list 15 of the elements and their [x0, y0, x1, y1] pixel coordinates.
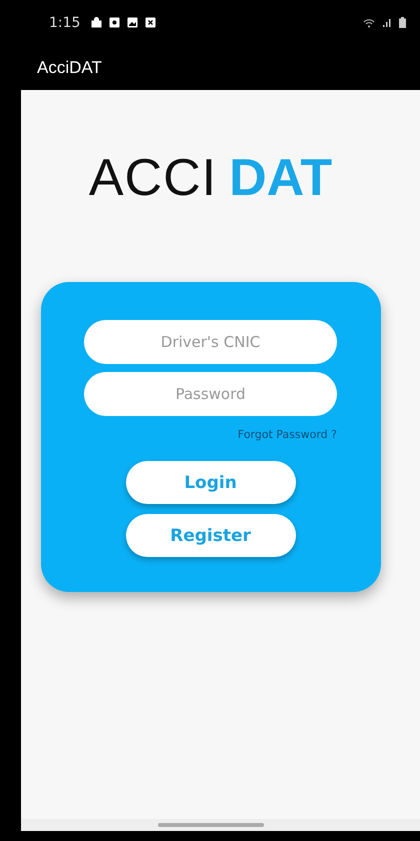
input-field[interactable]: Password: [84, 372, 337, 416]
signal-icon: [382, 18, 392, 28]
login-button[interactable]: Login: [126, 461, 296, 504]
close-notification-icon: [145, 17, 156, 28]
battery-icon: [399, 17, 406, 28]
status-time: 1:15: [49, 14, 80, 30]
register-button[interactable]: Register: [126, 514, 296, 557]
wifi-icon: [363, 18, 375, 28]
input-field[interactable]: Driver's CNIC: [84, 320, 337, 364]
home-indicator[interactable]: [158, 823, 264, 827]
app-logo: ACCI DAT: [88, 152, 332, 204]
camera-icon: [109, 17, 120, 28]
image-icon: [127, 17, 138, 28]
forgot-password-link[interactable]: Forgot Password ?: [238, 428, 337, 441]
app-title: AcciDAT: [37, 58, 102, 78]
